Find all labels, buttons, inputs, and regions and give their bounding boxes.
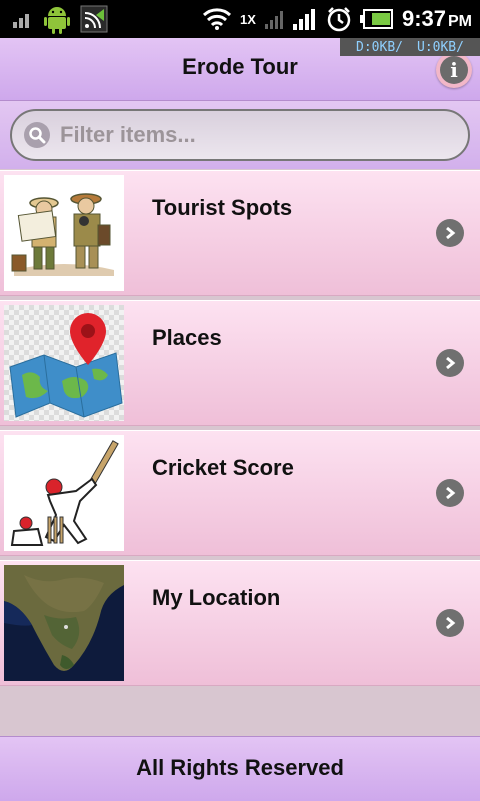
list-item-label: Places — [152, 325, 222, 350]
app-footer: All Rights Reserved — [0, 736, 480, 801]
info-button[interactable]: i — [436, 52, 472, 88]
list-item-cricket-score[interactable]: Cricket Score — [0, 430, 480, 556]
network-speed-overlay: D:0KB/ U:0KB/ — [340, 38, 480, 56]
upload-speed: U:0KB/ — [417, 39, 464, 55]
list-item-label: My Location — [152, 585, 281, 610]
search-field-container[interactable] — [10, 109, 470, 161]
download-speed: D:0KB/ — [356, 39, 403, 55]
list-item-label: Tourist Spots — [152, 195, 293, 220]
clock-time: 9:37 PM — [401, 6, 472, 31]
battery-icon — [359, 9, 393, 29]
search-bar — [0, 101, 480, 169]
satellite-map — [4, 565, 124, 681]
footer-text: All Rights Reserved — [136, 755, 344, 780]
cellular-signal-icon — [292, 9, 315, 30]
network-type-label: 1X — [240, 11, 256, 27]
status-bar: 1X 9:37 PM — [0, 0, 480, 38]
menu-list: Tourist Spots Places Cricket Score My Lo… — [0, 170, 480, 690]
list-item-label: Cricket Score — [152, 455, 294, 480]
info-icon: i — [440, 56, 468, 84]
chevron-right-icon — [436, 609, 464, 637]
wifi-share-icon — [80, 5, 108, 33]
cellular-signal-1x-icon — [264, 11, 283, 29]
cricket-illustration — [4, 435, 124, 551]
chevron-right-icon — [436, 219, 464, 247]
list-item-places[interactable]: Places — [0, 300, 480, 426]
chevron-right-icon — [436, 349, 464, 377]
search-icon — [24, 122, 50, 148]
map-pin-illustration — [4, 305, 124, 421]
signal-bars-icon — [13, 14, 29, 28]
android-icon — [44, 7, 70, 34]
list-item-my-location[interactable]: My Location — [0, 560, 480, 686]
page-title: Erode Tour — [182, 54, 298, 79]
search-input[interactable] — [58, 121, 468, 149]
tourists-illustration — [4, 175, 124, 291]
chevron-right-icon — [436, 479, 464, 507]
alarm-clock-icon — [327, 7, 351, 32]
list-item-tourist-spots[interactable]: Tourist Spots — [0, 170, 480, 296]
wifi-icon — [203, 8, 232, 30]
